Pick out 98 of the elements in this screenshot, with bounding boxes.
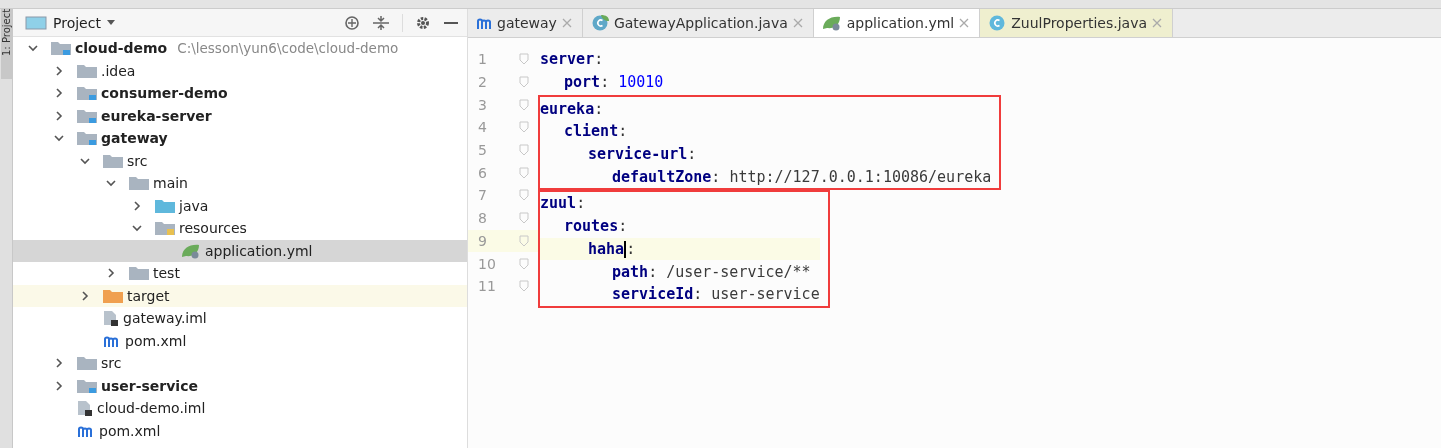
tree-item-label: resources xyxy=(179,220,247,237)
chevron-icon[interactable] xyxy=(53,87,65,100)
folder-icon xyxy=(129,176,149,191)
line-number: 7 xyxy=(477,187,488,204)
folder-icon xyxy=(103,153,123,168)
tree-item-label: cloud-demo.iml xyxy=(97,400,206,417)
line-number: 6 xyxy=(477,164,488,181)
class-icon xyxy=(988,14,1007,32)
maven-icon xyxy=(476,16,492,30)
chevron-icon[interactable] xyxy=(79,289,91,302)
code-line: server: xyxy=(540,50,604,69)
code-line: defaultZone: http://127.0.0.1:10086/eureka xyxy=(611,167,992,186)
tree-item-label: src xyxy=(101,355,122,372)
file-icon xyxy=(103,310,119,327)
leaf-icon xyxy=(821,15,842,31)
tree-item[interactable]: eureka-server xyxy=(13,104,467,127)
tree-item-label: test xyxy=(153,265,180,282)
tree-item-label: user-service xyxy=(101,377,198,394)
folder-icon xyxy=(77,378,97,393)
tree-item[interactable]: consumer-demo xyxy=(13,82,467,105)
code-line: path: /user-service/** xyxy=(611,262,811,281)
project-view-dropdown[interactable]: Project xyxy=(25,14,115,31)
tree-item-label: main xyxy=(153,175,188,192)
folder-icon xyxy=(155,198,175,213)
tree-item-label: pom.xml xyxy=(99,422,161,439)
tree-item[interactable]: resources xyxy=(13,217,467,240)
folder-icon xyxy=(51,41,71,56)
folder-icon xyxy=(103,288,123,303)
line-number: 4 xyxy=(477,119,488,136)
editor-tab[interactable]: gateway xyxy=(468,9,583,37)
collapse-icon[interactable] xyxy=(372,14,390,31)
code-line: service-url: xyxy=(587,145,697,164)
tree-item[interactable]: pom.xml xyxy=(13,329,467,352)
tree-item[interactable]: application.yml xyxy=(13,239,467,262)
folder-icon xyxy=(77,63,97,78)
tree-item[interactable]: cloud-demo C:\lesson\yun6\code\cloud-demo xyxy=(13,37,467,60)
tree-item[interactable]: .idea xyxy=(13,59,467,82)
tree-item-label: application.yml xyxy=(205,242,313,259)
code-line: routes: xyxy=(563,217,628,236)
chevron-icon[interactable] xyxy=(53,357,65,370)
code-line: haha: xyxy=(587,239,636,258)
line-number: 1 xyxy=(477,51,488,68)
line-number: 8 xyxy=(477,210,488,227)
tree-item[interactable]: pom.xml xyxy=(13,419,467,442)
project-path: C:\lesson\yun6\code\cloud-demo xyxy=(177,40,399,57)
code-line: zuul: xyxy=(540,194,586,213)
tree-item-label: cloud-demo xyxy=(75,40,168,57)
caret-icon xyxy=(106,20,115,25)
tree-item-label: target xyxy=(127,287,170,304)
tree-item-label: java xyxy=(179,197,209,214)
editor-tab[interactable]: ZuulProperties.java xyxy=(980,9,1173,37)
folder-icon xyxy=(77,131,97,146)
folder-icon xyxy=(77,86,97,101)
folder-icon xyxy=(77,108,97,123)
tree-item-label: consumer-demo xyxy=(101,85,228,102)
tree-item-label: gateway.iml xyxy=(123,310,207,327)
tree-item-label: eureka-server xyxy=(101,107,212,124)
line-number: 10 xyxy=(477,255,497,272)
chevron-icon[interactable] xyxy=(53,64,65,77)
tree-item[interactable]: test xyxy=(13,262,467,285)
tree-item-label: pom.xml xyxy=(125,332,187,349)
folder-icon xyxy=(155,221,175,236)
tree-item[interactable]: cloud-demo.iml xyxy=(13,397,467,420)
code-line: client: xyxy=(563,122,628,141)
code-line: serviceId: user-service xyxy=(611,285,820,304)
editor-tab[interactable]: GatewayApplication.java xyxy=(582,9,814,37)
class-icon xyxy=(590,14,609,32)
settings-icon[interactable] xyxy=(415,14,431,31)
file-icon xyxy=(77,400,93,417)
tree-item[interactable]: user-service xyxy=(13,374,467,397)
tree-item-label: .idea xyxy=(101,62,136,79)
leaf-icon xyxy=(181,242,201,259)
chevron-icon[interactable] xyxy=(131,199,143,212)
tree-item[interactable]: main xyxy=(13,172,467,195)
window-icon xyxy=(25,15,47,30)
line-number: 11 xyxy=(477,278,497,295)
tree-item[interactable]: target xyxy=(13,284,467,307)
project-tool-tab[interactable]: 1: Project xyxy=(0,9,12,79)
tree-item-label: src xyxy=(127,152,148,169)
folder-icon xyxy=(129,266,149,281)
tree-item-label: gateway xyxy=(101,130,168,147)
line-number: 2 xyxy=(477,74,488,91)
line-number: 5 xyxy=(477,142,488,159)
chevron-icon[interactable] xyxy=(53,109,65,122)
target-icon[interactable] xyxy=(344,14,360,31)
tree-item[interactable]: java xyxy=(13,194,467,217)
line-number: 9 xyxy=(477,232,488,249)
tree-item[interactable]: src xyxy=(13,352,467,375)
chevron-icon[interactable] xyxy=(53,379,65,392)
tree-item[interactable]: gateway xyxy=(13,127,467,150)
tree-item[interactable]: src xyxy=(13,149,467,172)
code-line: eureka: xyxy=(540,99,604,118)
code-line: port: 10010 xyxy=(563,73,664,92)
line-number: 3 xyxy=(477,96,488,113)
folder-icon xyxy=(77,356,97,371)
tree-item[interactable]: gateway.iml xyxy=(13,307,467,330)
chevron-icon[interactable] xyxy=(105,267,117,280)
editor-tab[interactable]: application.yml xyxy=(813,9,981,37)
